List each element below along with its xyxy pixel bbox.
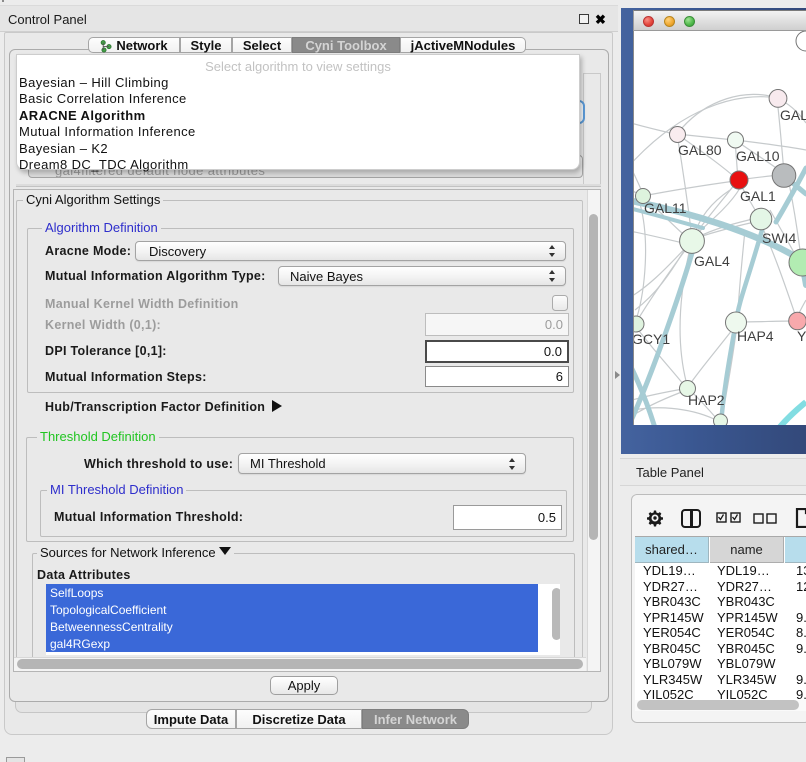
svg-text:HAP4: HAP4: [737, 328, 774, 344]
svg-text:GAL1: GAL1: [740, 188, 776, 204]
svg-text:SWI4: SWI4: [762, 230, 796, 246]
svg-text:Y: Y: [797, 328, 806, 344]
svg-text:GAL11: GAL11: [644, 200, 687, 216]
svg-text:GAL: GAL: [780, 107, 806, 123]
svg-text:GCY1: GCY1: [634, 331, 670, 347]
svg-text:GAL80: GAL80: [678, 142, 722, 158]
svg-text:HAP2: HAP2: [688, 392, 725, 408]
svg-text:GAL10: GAL10: [736, 148, 780, 164]
svg-text:GAL4: GAL4: [694, 253, 730, 269]
